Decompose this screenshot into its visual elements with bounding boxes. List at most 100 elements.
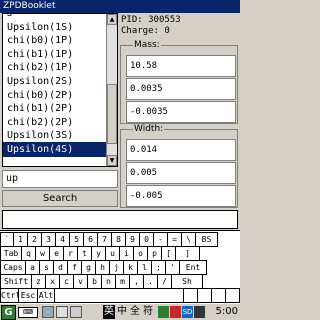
key[interactable]: , — [129, 274, 144, 289]
pid-label: PID: — [121, 15, 143, 25]
key[interactable]: [ — [161, 246, 176, 261]
key[interactable]: r — [63, 246, 78, 261]
key[interactable]: p — [147, 246, 162, 261]
key[interactable]: 1 — [13, 232, 28, 247]
key[interactable]: k — [123, 260, 138, 275]
key[interactable]: Shift — [0, 274, 32, 289]
width-label: Width: — [133, 124, 165, 135]
key[interactable] — [54, 288, 184, 303]
volume-icon[interactable] — [194, 306, 205, 318]
key[interactable]: Sh — [171, 274, 203, 289]
key[interactable] — [225, 288, 240, 303]
ime-button[interactable]: 符 — [142, 305, 154, 319]
key[interactable]: Caps — [0, 260, 26, 275]
key[interactable]: 3 — [41, 232, 56, 247]
search-input[interactable]: up — [2, 170, 118, 188]
key[interactable]: g — [81, 260, 96, 275]
list-scrollbar[interactable]: ▲ ▼ — [106, 14, 117, 166]
key[interactable]: ` — [0, 232, 14, 247]
network-icon[interactable] — [170, 306, 181, 318]
particle-list[interactable]: J Upsilon(1S) chi(b0)(1P) chi(b1)(1P) chi(b2… — [2, 13, 118, 167]
pid-row: PID: 300553 — [121, 15, 181, 26]
key[interactable]: Alt — [37, 288, 55, 303]
key[interactable]: u — [105, 246, 120, 261]
key[interactable]: 4 — [55, 232, 70, 247]
mass-label: Mass: — [133, 40, 161, 51]
list-item[interactable]: Upsilon(4S) — [3, 142, 107, 157]
key[interactable]: 0 — [139, 232, 154, 247]
key[interactable]: - — [153, 232, 168, 247]
key[interactable] — [197, 288, 212, 303]
camera-icon[interactable] — [70, 306, 82, 318]
mass-group: Mass: 10.58 0.0035 -0.0035 — [120, 40, 238, 124]
key[interactable]: i — [119, 246, 134, 261]
width-error-minus-field[interactable]: -0.005 — [126, 185, 236, 207]
key[interactable]: t — [77, 246, 92, 261]
start-button[interactable]: G — [1, 305, 16, 320]
key[interactable]: ] — [175, 246, 200, 261]
width-value-field[interactable]: 0.014 — [126, 139, 236, 161]
key[interactable]: a — [25, 260, 40, 275]
key[interactable] — [183, 288, 198, 303]
app-icon[interactable] — [42, 306, 54, 318]
key[interactable]: z — [31, 274, 46, 289]
width-group: Width: 0.014 0.005 -0.005 — [120, 124, 238, 208]
key[interactable]: e — [49, 246, 64, 261]
keyboard-toggle-icon[interactable]: ⌨ — [18, 307, 38, 318]
key[interactable]: 8 — [111, 232, 126, 247]
key[interactable]: y — [91, 246, 106, 261]
key[interactable]: \ — [181, 232, 196, 247]
key[interactable]: j — [109, 260, 124, 275]
key[interactable]: q — [21, 246, 36, 261]
ime-button[interactable]: 中 — [116, 305, 128, 319]
charge-label: Charge: — [121, 26, 159, 36]
key[interactable] — [211, 288, 226, 303]
key[interactable]: n — [101, 274, 116, 289]
key[interactable]: Esc — [18, 288, 38, 303]
battery-icon[interactable] — [158, 306, 169, 318]
clock: 5:00 — [215, 306, 238, 317]
sd-card-icon[interactable]: SD — [182, 306, 193, 318]
key[interactable]: 2 — [27, 232, 42, 247]
key[interactable]: ' — [165, 260, 180, 275]
width-error-plus-field[interactable]: 0.005 — [126, 162, 236, 184]
key[interactable]: 5 — [69, 232, 84, 247]
key[interactable]: BS — [195, 232, 218, 247]
key[interactable]: w — [35, 246, 50, 261]
scroll-thumb[interactable] — [107, 84, 117, 144]
key[interactable]: Ent — [179, 260, 207, 275]
key[interactable]: l — [137, 260, 152, 275]
key[interactable]: m — [115, 274, 130, 289]
soft-keyboard: ` 1 2 3 4 5 6 7 8 9 0- = \ BS Tab q w e r t y u i o p[] Caps a s d… — [0, 230, 240, 303]
key[interactable]: f — [67, 260, 82, 275]
ime-button[interactable]: 英 — [103, 305, 115, 319]
search-button[interactable]: Search — [2, 190, 118, 207]
output-field[interactable] — [2, 210, 238, 229]
key[interactable]: ; — [151, 260, 166, 275]
key[interactable]: s — [39, 260, 54, 275]
key[interactable]: h — [95, 260, 110, 275]
window-icon[interactable] — [56, 306, 68, 318]
key[interactable]: 6 — [83, 232, 98, 247]
key[interactable]: d — [53, 260, 68, 275]
charge-value: 0 — [164, 26, 170, 36]
key[interactable]: 9 — [125, 232, 140, 247]
scroll-up-icon[interactable]: ▲ — [107, 14, 117, 25]
key[interactable]: x — [45, 274, 60, 289]
key[interactable]: Tab — [0, 246, 22, 261]
window-title: ZPDBooklet — [0, 0, 240, 13]
mass-value-field[interactable]: 10.58 — [126, 55, 236, 77]
key[interactable]: / — [157, 274, 172, 289]
mass-error-plus-field[interactable]: 0.0035 — [126, 78, 236, 100]
scroll-down-icon[interactable]: ▼ — [107, 155, 117, 166]
key[interactable]: b — [87, 274, 102, 289]
key[interactable]: 7 — [97, 232, 112, 247]
key[interactable]: = — [167, 232, 182, 247]
key[interactable]: . — [143, 274, 158, 289]
key[interactable]: o — [133, 246, 148, 261]
key[interactable]: c — [59, 274, 74, 289]
key[interactable]: Ctrl — [0, 288, 19, 303]
mass-error-minus-field[interactable]: -0.0035 — [126, 101, 236, 123]
ime-button[interactable]: 全 — [129, 305, 141, 319]
key[interactable]: v — [73, 274, 88, 289]
